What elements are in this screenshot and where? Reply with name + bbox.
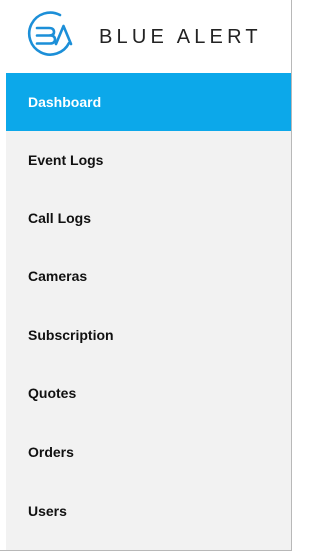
blue-alert-logo-icon — [26, 10, 76, 60]
sidebar-nav: Dashboard Event Logs Call Logs Cameras S… — [6, 73, 291, 550]
sidebar-item-users[interactable]: Users — [6, 482, 291, 540]
sidebar-item-cameras[interactable]: Cameras — [6, 247, 291, 305]
sidebar: BLUE ALERT Dashboard Event Logs Call Log… — [0, 0, 292, 551]
sidebar-item-subscription[interactable]: Subscription — [6, 306, 291, 364]
sidebar-item-orders[interactable]: Orders — [6, 423, 291, 481]
sidebar-item-event-logs[interactable]: Event Logs — [6, 131, 291, 189]
brand-header: BLUE ALERT — [0, 0, 291, 73]
sidebar-item-quotes[interactable]: Quotes — [6, 364, 291, 422]
sidebar-item-dashboard[interactable]: Dashboard — [6, 73, 291, 131]
brand-name: BLUE ALERT — [99, 26, 262, 48]
sidebar-item-call-logs[interactable]: Call Logs — [6, 189, 291, 247]
